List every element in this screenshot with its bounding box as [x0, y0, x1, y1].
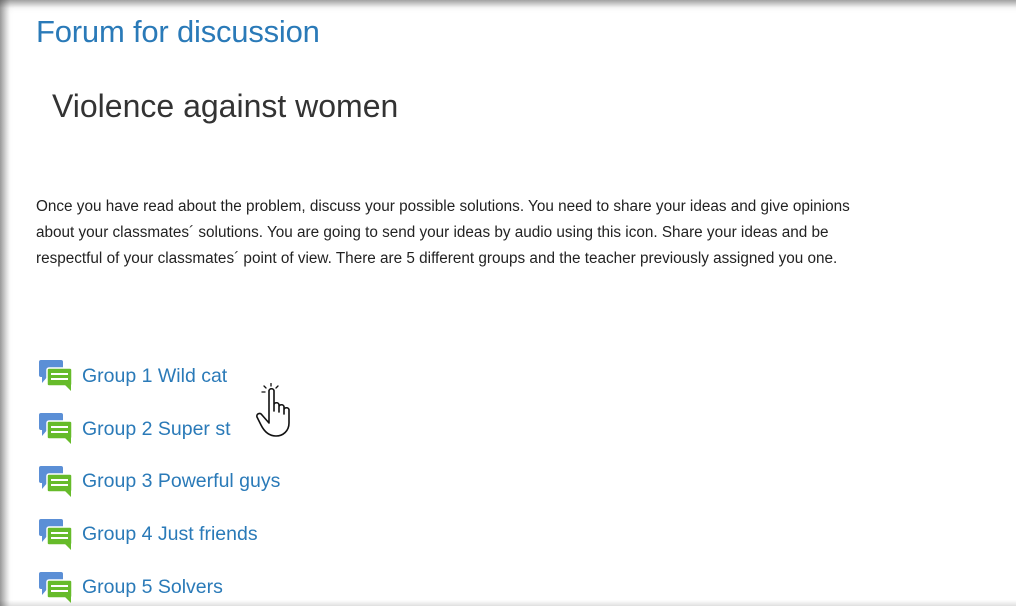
intro-line: respectful of your classmates´ point of …	[36, 250, 838, 267]
group-link[interactable]: Group 5 Solvers	[82, 576, 223, 599]
group-item-5[interactable]: Group 5 Solvers	[38, 561, 280, 614]
intro-line: Once you have read about the problem, di…	[36, 198, 850, 215]
group-link[interactable]: Group 4 Just friends	[82, 523, 258, 546]
forum-discussion-icon	[39, 360, 73, 392]
group-link[interactable]: Group 2 Super st	[82, 418, 231, 441]
forum-discussion-icon	[39, 571, 73, 603]
group-link[interactable]: Group 3 Powerful guys	[82, 470, 280, 493]
page-frame: Forum for discussion Violence against wo…	[0, 0, 1016, 606]
shadow-left	[0, 0, 10, 606]
group-item-4[interactable]: Group 4 Just friends	[38, 508, 280, 561]
forum-discussion-icon	[39, 413, 73, 445]
forum-discussion-icon	[39, 518, 73, 550]
group-item-3[interactable]: Group 3 Powerful guys	[38, 456, 280, 509]
shadow-top	[0, 0, 1016, 8]
page-title: Forum for discussion	[36, 14, 320, 49]
forum-discussion-icon	[39, 465, 73, 497]
intro-line: about your classmates´ solutions. You ar…	[36, 224, 829, 241]
group-link[interactable]: Group 1 Wild cat	[82, 365, 227, 388]
hand-pointer-icon	[256, 383, 290, 437]
forum-heading: Violence against women	[52, 88, 399, 124]
forum-intro: Once you have read about the problem, di…	[36, 194, 1016, 272]
